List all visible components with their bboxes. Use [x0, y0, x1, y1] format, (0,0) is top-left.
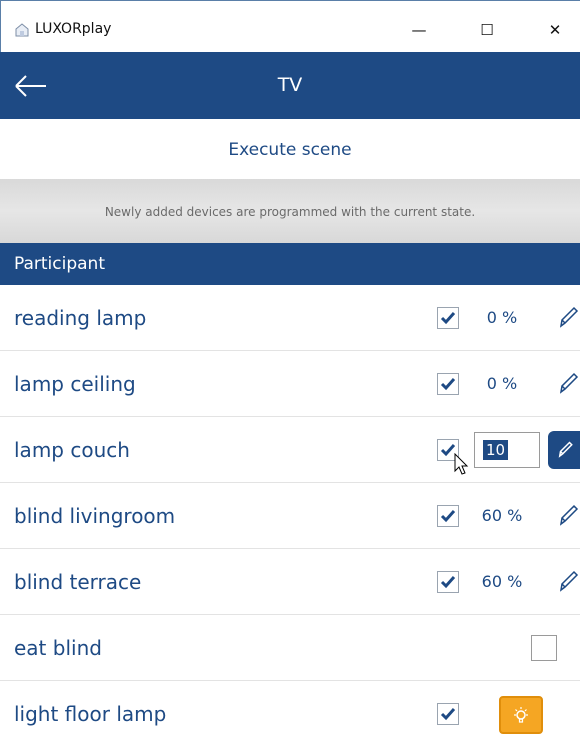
- pencil-icon[interactable]: [556, 569, 580, 595]
- pencil-icon: [558, 441, 573, 458]
- edit-button-active[interactable]: [548, 431, 580, 469]
- participant-checkbox[interactable]: [437, 703, 459, 725]
- page-title: TV: [277, 74, 303, 96]
- checkmark-icon: [440, 510, 456, 523]
- back-button[interactable]: [14, 72, 54, 100]
- close-button[interactable]: ✕: [535, 15, 575, 45]
- list-item[interactable]: light floor lamp: [0, 681, 580, 745]
- participant-value[interactable]: 0 %: [472, 351, 532, 417]
- participant-checkbox[interactable]: [437, 571, 459, 593]
- participant-label: blind terrace: [14, 570, 142, 594]
- participant-label: lamp couch: [14, 438, 130, 462]
- maximize-button[interactable]: ☐: [467, 15, 507, 45]
- window-title: LUXORplay: [35, 21, 112, 37]
- checkmark-icon: [440, 708, 456, 721]
- participant-checkbox[interactable]: [437, 373, 459, 395]
- list-item[interactable]: blind terrace 60 %: [0, 549, 580, 615]
- list-item[interactable]: blind livingroom 60 %: [0, 483, 580, 549]
- info-notice: Newly added devices are programmed with …: [0, 179, 580, 243]
- participant-label: reading lamp: [14, 306, 147, 330]
- participant-list: reading lamp 0 % lamp ceiling 0 % lamp c…: [0, 285, 580, 745]
- window-titlebar: LUXORplay — ☐ ✕: [0, 0, 580, 52]
- participant-checkbox[interactable]: [437, 307, 459, 329]
- list-item[interactable]: lamp couch 10: [0, 417, 580, 483]
- list-item[interactable]: lamp ceiling 0 %: [0, 351, 580, 417]
- app-home-icon: [15, 23, 29, 37]
- value-input-text: 10: [483, 440, 509, 460]
- app-header: TV: [0, 52, 580, 119]
- execute-scene-button[interactable]: Execute scene: [228, 140, 351, 160]
- checkmark-icon: [440, 312, 456, 325]
- participant-checkbox[interactable]: [531, 635, 557, 661]
- list-item[interactable]: reading lamp 0 %: [0, 285, 580, 351]
- arrow-left-icon: [15, 75, 46, 97]
- light-toggle-button[interactable]: [499, 696, 543, 734]
- lightbulb-icon: [514, 707, 528, 723]
- pencil-icon[interactable]: [556, 503, 580, 529]
- participant-checkbox[interactable]: [437, 505, 459, 527]
- participant-value[interactable]: 60 %: [472, 549, 532, 615]
- participant-label: lamp ceiling: [14, 372, 136, 396]
- execute-scene-bar: Execute scene: [0, 119, 580, 179]
- mouse-cursor-icon: [454, 453, 469, 475]
- list-item[interactable]: eat blind: [0, 615, 580, 681]
- participant-value[interactable]: 60 %: [472, 483, 532, 549]
- participant-value[interactable]: 0 %: [472, 285, 532, 351]
- pencil-icon[interactable]: [556, 305, 580, 331]
- value-input[interactable]: 10: [474, 432, 540, 468]
- minimize-button[interactable]: —: [399, 15, 439, 45]
- pencil-icon[interactable]: [556, 371, 580, 397]
- checkmark-icon: [440, 378, 456, 391]
- section-header-participant: Participant: [0, 243, 580, 285]
- checkmark-icon: [440, 576, 456, 589]
- participant-label: eat blind: [14, 636, 102, 660]
- participant-label: blind livingroom: [14, 504, 176, 528]
- participant-label: light floor lamp: [14, 702, 167, 726]
